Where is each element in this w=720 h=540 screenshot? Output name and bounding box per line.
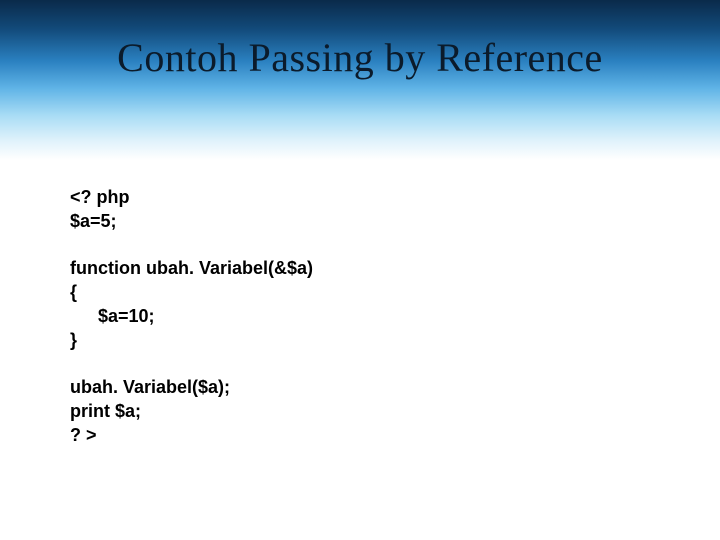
code-line: <? php <box>70 185 660 209</box>
code-line: ubah. Variabel($a); <box>70 375 660 399</box>
slide: Contoh Passing by Reference <? php $a=5;… <box>0 0 720 540</box>
code-line: $a=5; <box>70 209 660 233</box>
slide-title: Contoh Passing by Reference <box>0 34 720 81</box>
code-line: function ubah. Variabel(&$a) <box>70 256 660 280</box>
code-line: $a=10; <box>70 304 660 328</box>
code-line: } <box>70 328 660 352</box>
code-block-function: function ubah. Variabel(&$a) { $a=10; } <box>70 256 660 353</box>
code-block-open: <? php $a=5; <box>70 185 660 234</box>
code-line: { <box>70 280 660 304</box>
slide-body: <? php $a=5; function ubah. Variabel(&$a… <box>70 185 660 470</box>
code-line: ? > <box>70 423 660 447</box>
code-line: print $a; <box>70 399 660 423</box>
code-block-call: ubah. Variabel($a); print $a; ? > <box>70 375 660 448</box>
